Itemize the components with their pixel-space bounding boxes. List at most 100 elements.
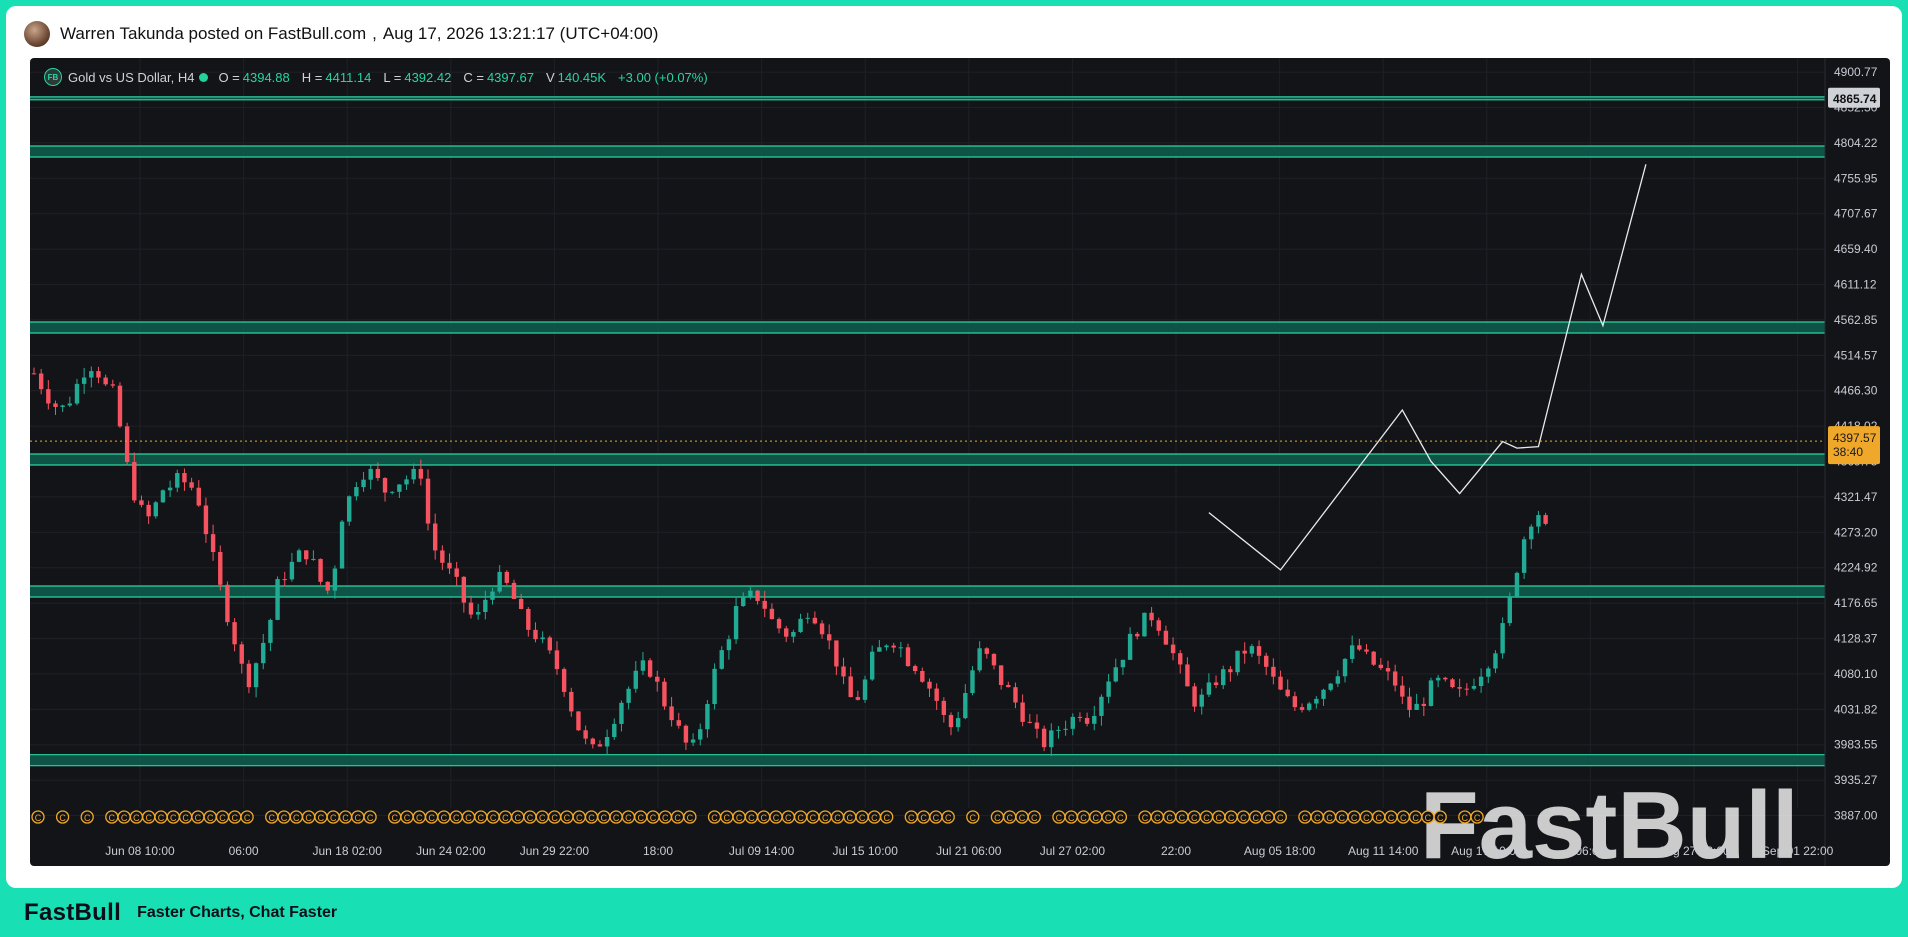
candle — [533, 622, 538, 643]
event-marker-glyph: C — [1240, 813, 1247, 823]
candle — [454, 561, 459, 586]
candle — [175, 469, 180, 493]
event-marker-glyph: C — [1203, 813, 1210, 823]
candle-body — [1271, 666, 1276, 677]
event-marker-glyph: C — [1314, 813, 1321, 823]
candle-body — [425, 478, 431, 524]
candle-body — [117, 385, 123, 427]
event-marker-glyph: C — [1474, 813, 1481, 823]
candle-body — [1292, 696, 1298, 708]
candle-body — [1192, 686, 1197, 707]
author-line[interactable]: Warren Takunda posted on FastBull.com — [60, 24, 366, 44]
candle — [1049, 723, 1054, 757]
candle — [1106, 674, 1111, 704]
candle-body — [719, 650, 724, 669]
event-marker-glyph: C — [318, 813, 325, 823]
candle-body — [1507, 596, 1512, 624]
candle — [963, 684, 968, 720]
high-value: 4411.14 — [325, 69, 372, 85]
candle — [1457, 678, 1462, 697]
candle — [991, 653, 997, 670]
event-marker-icon: C — [535, 810, 549, 824]
event-marker-glyph: C — [1006, 813, 1013, 823]
candle-body — [390, 491, 395, 493]
candle — [31, 367, 37, 375]
event-marker-icon: C — [634, 810, 648, 824]
candle — [690, 733, 696, 747]
close-value: 4397.67 — [486, 69, 534, 85]
event-marker-glyph: C — [1302, 813, 1309, 823]
candle-body — [468, 602, 474, 615]
event-marker-icon: C — [547, 810, 562, 824]
candle-body — [1371, 651, 1376, 665]
x-tick-label: Jul 09 14:00 — [729, 844, 795, 858]
candle-body — [1063, 728, 1068, 730]
candle-body — [1120, 659, 1126, 668]
candle — [1371, 650, 1376, 667]
event-marker-icon: C — [191, 810, 205, 824]
event-marker-glyph: C — [195, 813, 202, 823]
header-separator: , — [372, 24, 377, 43]
candle-body — [318, 558, 323, 582]
candle — [81, 367, 87, 394]
candle-body — [253, 663, 259, 688]
candle — [1400, 676, 1405, 705]
candlestick-chart[interactable]: FastBullC C C C C C C C C C C C C C C C C C C C C C C C C C C C C C C C… — [30, 58, 1890, 866]
sr-zone — [30, 453, 1825, 466]
candle-body — [1027, 721, 1032, 723]
event-marker-glyph: C — [1191, 813, 1198, 823]
candle-body — [1242, 650, 1247, 654]
candle-body — [354, 487, 359, 497]
event-marker-glyph: C — [1412, 813, 1419, 823]
event-marker-glyph: C — [1462, 813, 1469, 823]
candle-body — [898, 647, 904, 649]
x-tick-label: Aug 17 10:00 — [1451, 844, 1523, 858]
candle — [877, 639, 882, 652]
candle — [626, 686, 631, 710]
event-marker-glyph: C — [1080, 813, 1087, 823]
candle — [1070, 713, 1075, 736]
chart-panel[interactable]: FastBull C C C C C C C C C C C C C C C C C C C C C C C C C C C C C C C C… — [30, 58, 1890, 866]
candle — [311, 550, 316, 561]
event-marker-icon: C — [990, 810, 1005, 824]
high-label: H = — [301, 69, 323, 85]
symbol-title[interactable]: Gold vs US Dollar, H4 — [68, 70, 194, 85]
candle — [1120, 659, 1126, 675]
event-marker-glyph: C — [145, 813, 152, 823]
sr-zone — [30, 321, 1825, 334]
sr-zone — [30, 96, 1825, 101]
candle-body — [647, 660, 653, 677]
event-marker-icon: C — [1408, 810, 1423, 824]
candle-body — [576, 711, 581, 731]
candle — [1221, 665, 1226, 690]
candle-body — [447, 562, 452, 569]
candle-body — [1435, 677, 1441, 681]
x-tick-label: Jun 08 10:00 — [105, 844, 175, 858]
candle — [1421, 697, 1427, 716]
footer-logo[interactable]: FastBull — [24, 899, 121, 927]
open-label: O = — [218, 69, 240, 85]
event-marker-icon: C — [1310, 810, 1324, 824]
event-marker-glyph: C — [773, 813, 780, 823]
candle-body — [1206, 682, 1212, 695]
candle-body — [590, 738, 595, 745]
candle-body — [633, 670, 638, 689]
event-marker-glyph: C — [1326, 813, 1333, 823]
event-marker-glyph: C — [551, 813, 558, 823]
x-tick-label: Sep 01 22:00 — [1762, 844, 1834, 858]
x-tick-label: Jun 24 02:00 — [416, 844, 486, 858]
event-marker-glyph: C — [1388, 813, 1395, 823]
candle — [1443, 676, 1448, 682]
event-marker-icon: C — [55, 810, 70, 824]
avatar[interactable] — [24, 21, 50, 47]
candle — [146, 500, 151, 525]
candle-body — [225, 584, 230, 623]
event-marker-glyph: C — [404, 813, 411, 823]
candle-body — [1070, 716, 1075, 729]
candle — [1299, 703, 1305, 713]
event-marker-glyph: C — [478, 813, 485, 823]
event-marker-glyph: C — [158, 813, 165, 823]
candle-body — [311, 558, 316, 560]
candle-body — [1013, 687, 1018, 703]
candle — [1178, 650, 1183, 674]
